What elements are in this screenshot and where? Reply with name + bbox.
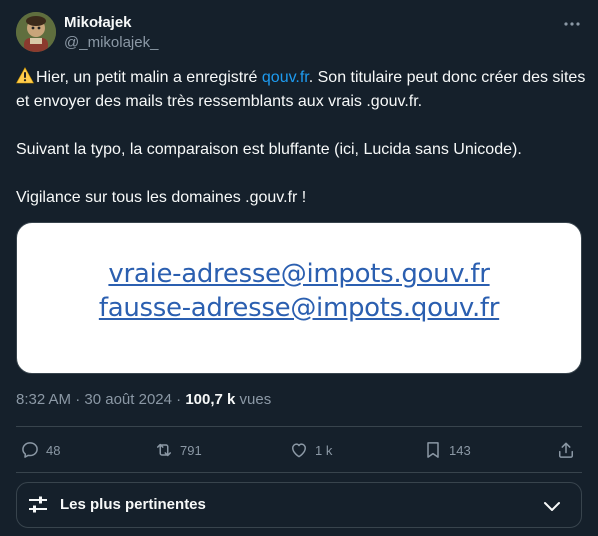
tweet-paragraph-2: Suivant la typo, la comparaison est bluf…	[16, 141, 522, 158]
sort-label: Les plus pertinentes	[60, 496, 206, 513]
image-text-real-address: vraie-adresse@impots.gouv.fr	[108, 259, 490, 289]
meta-separator: ·	[75, 391, 81, 408]
warning-icon	[16, 67, 34, 84]
like-count: 1 k	[315, 442, 333, 458]
tweet-paragraph-1: Hier, un petit malin a enregistré qouv.f…	[16, 66, 586, 114]
action-bar: 48 791 1 k 143	[16, 438, 582, 462]
tweet-meta: 8:32 AM · 30 août 2024 · 100,7 k vues	[16, 390, 271, 410]
tweet-date[interactable]: 30 août 2024	[84, 391, 172, 408]
more-dots-icon	[564, 22, 580, 26]
tweet-image[interactable]: vraie-adresse@impots.gouv.fr fausse-adre…	[16, 222, 582, 374]
tweet-time[interactable]: 8:32 AM	[16, 391, 71, 408]
handle[interactable]: @_mikolajek_	[64, 33, 158, 53]
tweet: Mikołajek @_mikolajek_ Hier, un petit ma…	[0, 0, 598, 536]
chevron-down-icon	[544, 502, 560, 511]
meta-separator: ·	[176, 391, 182, 408]
tweet-text: Hier, un petit malin a enregistré qouv.f…	[16, 66, 586, 210]
bookmark-icon	[427, 442, 439, 458]
repost-icon	[157, 443, 171, 457]
display-name[interactable]: Mikołajek	[64, 13, 158, 33]
bookmark-button[interactable]: 143	[423, 438, 471, 462]
tweet-paragraph-3: Vigilance sur tous les domaines .gouv.fr…	[16, 189, 307, 206]
more-options-button[interactable]	[562, 14, 582, 34]
views-label: vues	[239, 391, 272, 408]
tweet-text-part: Hier, un petit malin a enregistré	[36, 69, 262, 86]
avatar[interactable]	[16, 12, 56, 52]
reply-button[interactable]: 48	[20, 438, 60, 462]
image-text-fake-address: fausse-adresse@impots.qouv.fr	[98, 293, 500, 323]
repost-count: 791	[180, 442, 202, 458]
share-button[interactable]	[556, 438, 576, 462]
bookmark-count: 143	[449, 442, 471, 458]
filter-sliders-icon	[29, 496, 47, 513]
heart-icon	[292, 443, 306, 458]
views-count: 100,7 k	[185, 391, 236, 408]
reply-icon	[22, 442, 38, 458]
tweet-header: Mikołajek @_mikolajek_	[16, 12, 582, 54]
like-button[interactable]: 1 k	[289, 438, 332, 462]
share-icon	[559, 442, 573, 458]
reply-sort-dropdown[interactable]: Les plus pertinentes	[16, 482, 582, 528]
domain-link[interactable]: qouv.fr	[262, 69, 309, 86]
divider	[16, 472, 582, 473]
divider	[16, 426, 582, 427]
reply-count: 48	[46, 442, 61, 458]
author-names: Mikołajek @_mikolajek_	[64, 13, 158, 53]
repost-button[interactable]: 791	[154, 438, 202, 462]
